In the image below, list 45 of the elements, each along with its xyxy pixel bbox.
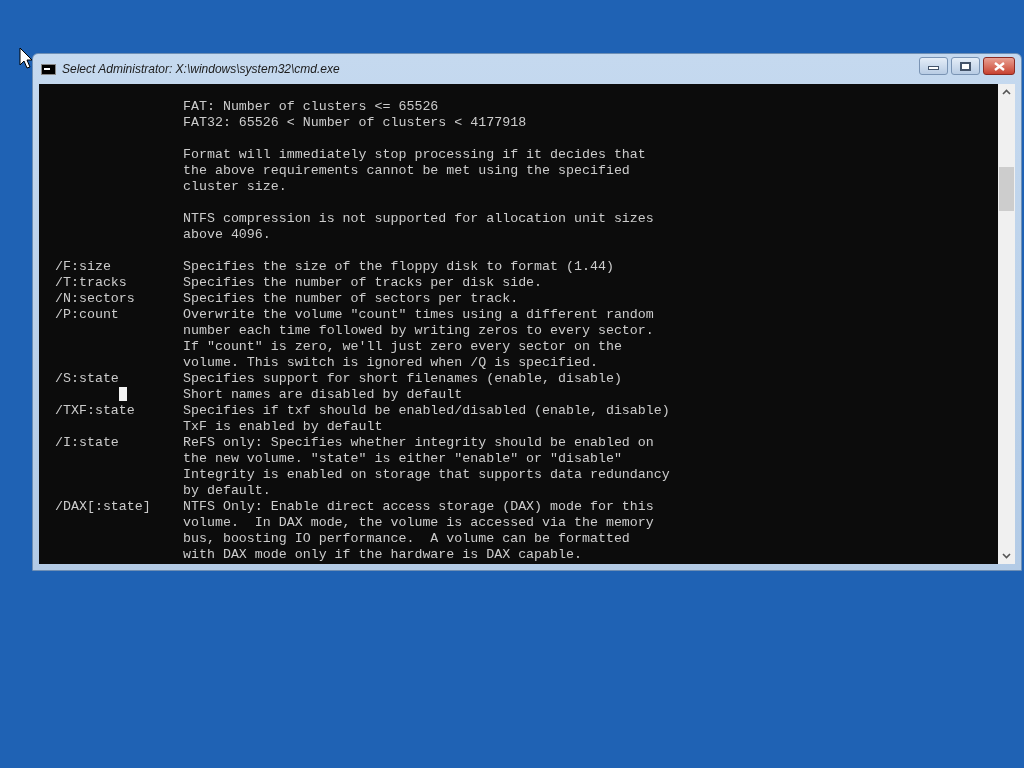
console-text: ReFS only: Specifies whether integrity should be enabled on (183, 435, 654, 451)
console-text: If "count" is zero, we'll just zero every sector on the (183, 339, 622, 355)
console-text: Specifies support for short filenames (enable, disable) (183, 371, 622, 387)
close-button[interactable] (983, 57, 1015, 75)
console-text: above 4096. (183, 227, 271, 243)
console-text: by default. (183, 483, 271, 499)
window-title: Select Administrator: X:\windows\system32\cmd.exe (62, 61, 340, 78)
console-text: NTFS compression is not supported for allocation unit sizes (183, 211, 654, 227)
console-text: Specifies the number of tracks per disk side. (183, 275, 543, 291)
switch-name: /DAX[:state] (55, 499, 151, 515)
console-text: TxF is enabled by default (183, 419, 383, 435)
console-text: Specifies if txf should be enabled/disabled (enable, disable) (183, 403, 670, 419)
console-text: Short names are disabled by default (183, 387, 463, 403)
console-text: number each time followed by writing zeros to every sector. (183, 323, 654, 339)
close-icon (993, 61, 1005, 71)
switch-name: /I:state (55, 435, 119, 451)
console-text: NTFS Only: Enable direct access storage (DAX) mode for this (183, 499, 654, 515)
minimize-button[interactable] (919, 57, 948, 75)
console-text: volume. This switch is ignored when /Q is specified. (183, 355, 598, 371)
console-text: cluster size. (183, 179, 287, 195)
console-text: FAT32: 65526 < Number of clusters < 4177918 (183, 115, 527, 131)
console-text: Specifies the number of sectors per track. (183, 291, 519, 307)
scroll-down-icon[interactable] (1002, 553, 1011, 559)
switch-name: /N:sectors (55, 291, 135, 307)
console-text: volume. In DAX mode, the volume is accessed via the memory (183, 515, 654, 531)
console-text: with DAX mode only if the hardware is DAX capable. (183, 547, 582, 563)
console-app-icon (41, 63, 56, 75)
console-text: bus, boosting IO performance. A volume can be formatted (183, 531, 630, 547)
console-text: Format will immediately stop processing if it decides that (183, 147, 646, 163)
console-text: the new volume. "state" is either "enable" or "disable" (183, 451, 622, 467)
console-text: the above requirements cannot be met using the specified (183, 163, 630, 179)
scrollbar[interactable] (998, 84, 1015, 564)
switch-name: /S:state (55, 371, 119, 387)
switch-name: /TXF:state (55, 403, 135, 419)
maximize-button[interactable] (951, 57, 980, 75)
console-text: FAT: Number of clusters <= 65526 (183, 99, 439, 115)
mouse-pointer-icon (19, 47, 33, 69)
switch-name: /F:size (55, 259, 111, 275)
switch-name: /P:count (55, 307, 119, 323)
scrollbar-thumb[interactable] (999, 167, 1014, 211)
console-text: Overwrite the volume "count" times using a different random (183, 307, 654, 323)
console-text: Specifies the size of the floppy disk to format (1.44) (183, 259, 614, 275)
switch-name: /T:tracks (55, 275, 127, 291)
console-text: Integrity is enabled on storage that supports data redundancy (183, 467, 670, 483)
scroll-up-icon[interactable] (1002, 89, 1011, 95)
